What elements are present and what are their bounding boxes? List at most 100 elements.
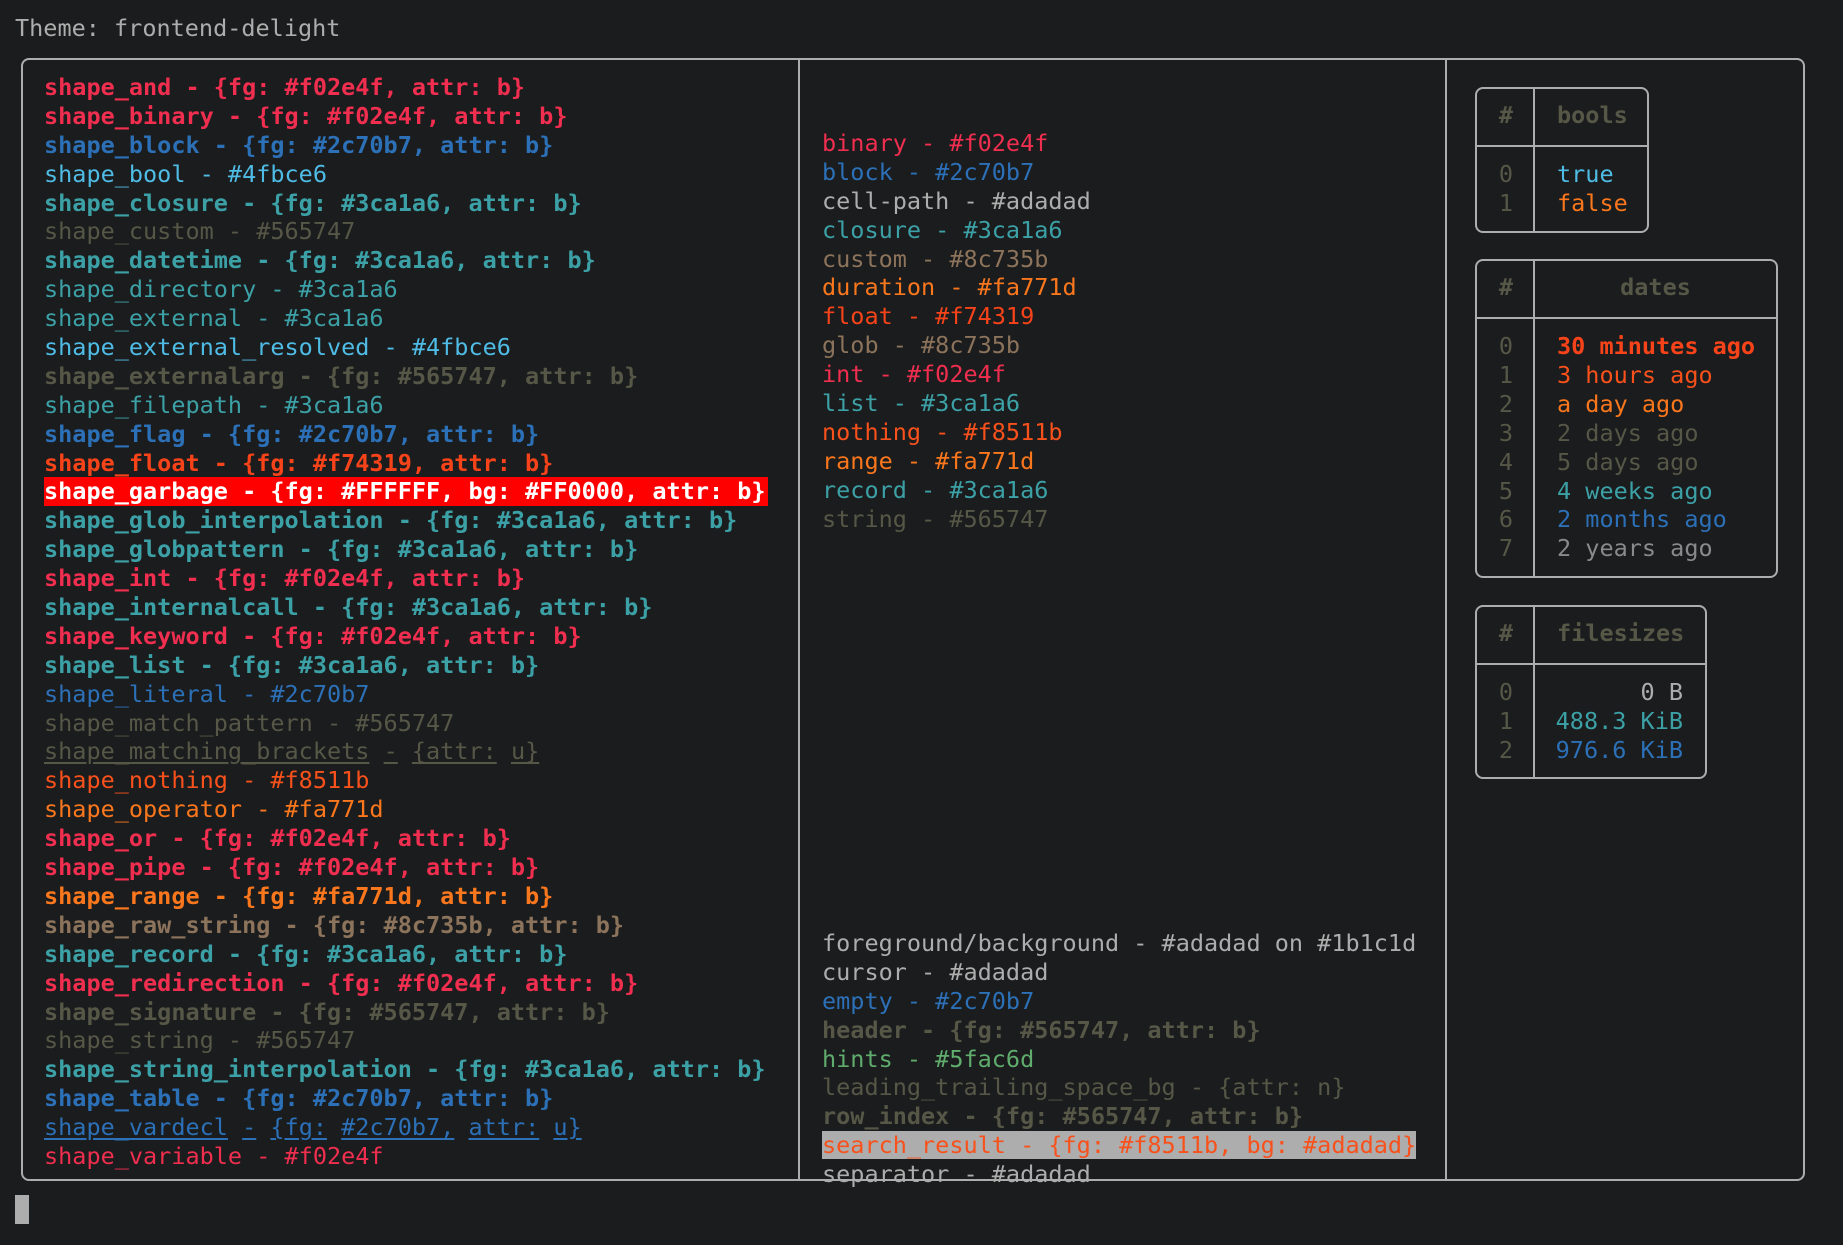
- style-entry: empty - #2c70b7: [822, 987, 1416, 1016]
- style-entry: range - #fa771d: [822, 447, 1416, 476]
- style-entry: hints - #5fac6d: [822, 1045, 1416, 1074]
- style-entry: shape_flag - {fg: #2c70b7, attr: b}: [44, 420, 768, 449]
- style-entry: shape_or - {fg: #f02e4f, attr: b}: [44, 824, 768, 853]
- style-entry-text: shape_operator - #fa771d: [44, 795, 384, 824]
- style-entry-text: range - #fa771d: [822, 446, 1035, 475]
- table-row-value: 5 days ago: [1557, 447, 1699, 476]
- style-entry: record - #3ca1a6: [822, 476, 1416, 505]
- style-entry: shape_glob_interpolation - {fg: #3ca1a6,…: [44, 506, 768, 535]
- style-entry-text: shape_literal - #2c70b7: [44, 679, 370, 708]
- style-entry: custom - #8c735b: [822, 245, 1416, 274]
- style-entry: glob - #8c735b: [822, 331, 1416, 360]
- theme-label: Theme: frontend-delight: [15, 14, 341, 42]
- style-entry-text: shape_flag - {fg: #2c70b7, attr: b}: [44, 419, 540, 448]
- type-and-ui-styles-column: binary - #f02e4f block - #2c70b7 cell-path…: [822, 73, 1417, 1245]
- style-entry: shape_raw_string - {fg: #8c735b, attr: b…: [44, 911, 768, 940]
- style-entry: shape_internalcall - {fg: #3ca1a6, attr:…: [44, 593, 768, 622]
- style-entry-text: shape_externalarg - {fg: #565747, attr: …: [44, 361, 639, 390]
- style-entry: search_result - {fg: #f8511b, bg: #adada…: [822, 1131, 1417, 1160]
- style-entry: shape_signature - {fg: #565747, attr: b}: [44, 998, 768, 1027]
- style-entry-text: cell-path - #adadad: [822, 186, 1091, 215]
- table-row-value: 976.6 KiB: [1555, 735, 1683, 764]
- style-entry: shape_list - {fg: #3ca1a6, attr: b}: [44, 651, 768, 680]
- style-entry: shape_int - {fg: #f02e4f, attr: b}: [44, 564, 768, 593]
- style-entry-text: hints - #5fac6d: [822, 1044, 1035, 1073]
- style-entry-text: shape_block - {fg: #2c70b7, attr: b}: [44, 130, 554, 159]
- style-entry: header - {fg: #565747, attr: b}: [822, 1016, 1416, 1045]
- style-entry: shape_block - {fg: #2c70b7, attr: b}: [44, 131, 768, 160]
- style-entry: shape_external_resolved - #4fbce6: [44, 333, 768, 362]
- style-entry: shape_string_interpolation - {fg: #3ca1a…: [44, 1055, 768, 1084]
- style-entry: list - #3ca1a6: [822, 389, 1416, 418]
- style-entry-text: duration - #fa771d: [822, 273, 1077, 302]
- style-entry: shape_filepath - #3ca1a6: [44, 391, 768, 420]
- style-entry: shape_keyword - {fg: #f02e4f, attr: b}: [44, 622, 768, 651]
- table-row-index: 1: [1498, 706, 1514, 735]
- table-row-index: 7: [1498, 534, 1514, 563]
- style-entry: shape_operator - #fa771d: [44, 795, 768, 824]
- table-column-header: dates: [1620, 273, 1691, 301]
- style-entry: shape_match_pattern - #565747: [44, 709, 768, 738]
- table-row-value: 2 days ago: [1557, 418, 1699, 447]
- style-entry: duration - #fa771d: [822, 273, 1416, 302]
- style-entry-text: float - #f74319: [822, 302, 1035, 331]
- style-entry: shape_literal - #2c70b7: [44, 680, 768, 709]
- style-entry: shape_range - {fg: #fa771d, attr: b}: [44, 882, 768, 911]
- style-entry-text: shape_signature - {fg: #565747, attr: b}: [44, 997, 610, 1026]
- style-entry: nothing - #f8511b: [822, 418, 1416, 447]
- style-entry-text: shape_globpattern - {fg: #3ca1a6, attr: …: [44, 535, 639, 564]
- style-entry-text: foreground/background - #adadad on #1b1c…: [822, 929, 1417, 958]
- table-row-index: 2: [1498, 735, 1514, 764]
- table-row-value: 488.3 KiB: [1555, 706, 1683, 735]
- style-entry-text: glob - #8c735b: [822, 331, 1021, 360]
- style-entry: foreground/background - #adadad on #1b1c…: [822, 929, 1416, 958]
- style-entry-text: shape_directory - #3ca1a6: [44, 275, 398, 304]
- style-entry-text: shape_list - {fg: #3ca1a6, attr: b}: [44, 650, 540, 679]
- style-entry-text: shape_custom - #565747: [44, 217, 356, 246]
- style-entry-text: shape_glob_interpolation - {fg: #3ca1a6,…: [44, 506, 738, 535]
- style-entry: string - #565747: [822, 505, 1416, 534]
- table-index-header: #: [1498, 619, 1514, 647]
- table-row-index: 1: [1498, 360, 1514, 389]
- table-row-index: 0: [1498, 678, 1514, 706]
- table-row-value: 4 weeks ago: [1557, 476, 1713, 505]
- table-row-index: 5: [1498, 476, 1514, 505]
- style-entry-text: row_index - {fg: #565747, attr: b}: [822, 1102, 1304, 1131]
- style-entry: shape_binary - {fg: #f02e4f, attr: b}: [44, 102, 768, 131]
- style-entry: shape_float - {fg: #f74319, attr: b}: [44, 449, 768, 478]
- table-row-index: 1: [1498, 188, 1514, 217]
- style-entry-text: shape_range - {fg: #fa771d, attr: b}: [44, 881, 554, 910]
- table-header-separator: [1477, 317, 1776, 319]
- table-row-value: 3 hours ago: [1557, 360, 1713, 389]
- style-entry: shape_variable - #f02e4f: [44, 1142, 768, 1171]
- table-index-header: #: [1498, 273, 1514, 301]
- column-divider-right: [1445, 58, 1447, 1181]
- table-row-value: a day ago: [1557, 389, 1685, 418]
- style-entry: shape_external - #3ca1a6: [44, 304, 768, 333]
- style-entry: shape_record - {fg: #3ca1a6, attr: b}: [44, 940, 768, 969]
- style-entry: shape_nothing - #f8511b: [44, 766, 768, 795]
- table-row-index: 2: [1498, 389, 1514, 418]
- style-entry: shape_string - #565747: [44, 1026, 768, 1055]
- style-entry: shape_custom - #565747: [44, 217, 768, 246]
- style-entry: separator - #adadad: [822, 1160, 1416, 1189]
- style-entry-text: shape_garbage - {fg: #FFFFFF, bg: #FF000…: [44, 477, 768, 507]
- style-entry: shape_datetime - {fg: #3ca1a6, attr: b}: [44, 246, 768, 275]
- table-header-separator: [1477, 145, 1647, 147]
- style-entry-text: nothing - #f8511b: [822, 417, 1063, 446]
- style-entry-text: header - {fg: #565747, attr: b}: [822, 1015, 1261, 1044]
- dates-table: # dates 0 30 minutes ago 1 3 hours ago 2 a da…: [1475, 259, 1778, 578]
- style-entry-text: block - #2c70b7: [822, 157, 1035, 186]
- style-entry-text: shape_or - {fg: #f02e4f, attr: b}: [44, 824, 511, 853]
- style-entry-text: list - #3ca1a6: [822, 389, 1021, 418]
- style-entry: shape_vardecl - {fg: #2c70b7, attr: u}: [44, 1113, 768, 1142]
- style-entry-text: shape_raw_string - {fg: #8c735b, attr: b…: [44, 910, 625, 939]
- style-entry-text: shape_table - {fg: #2c70b7, attr: b}: [44, 1084, 554, 1113]
- style-entry-text: shape_pipe - {fg: #f02e4f, attr: b}: [44, 853, 540, 882]
- style-entry-text: shape_float - {fg: #f74319, attr: b}: [44, 448, 554, 477]
- style-entry: shape_globpattern - {fg: #3ca1a6, attr: …: [44, 535, 768, 564]
- table-header-separator: [1477, 663, 1705, 665]
